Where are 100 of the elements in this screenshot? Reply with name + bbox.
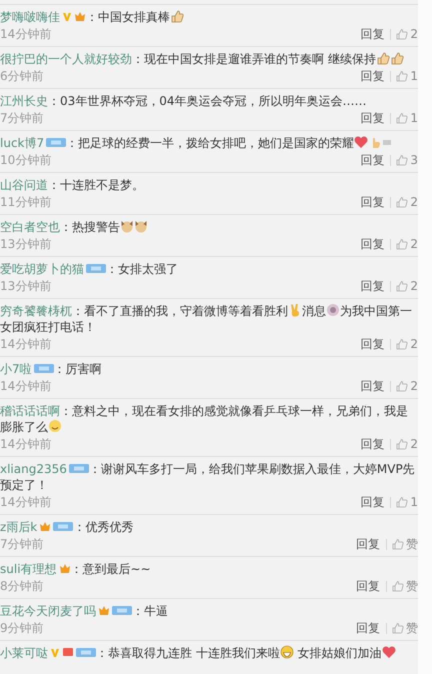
comment-text: ：意料之中，现在看女排的感觉就像看乒乓球一样，兄弟们，我是: [60, 404, 408, 418]
heart-icon: [382, 645, 396, 659]
reply-link[interactable]: 回复: [360, 494, 384, 510]
user-name[interactable]: 穷奇饕餮梼杌: [0, 304, 72, 318]
thumbs-up-icon[interactable]: [396, 438, 408, 450]
user-name[interactable]: xliang2356: [0, 462, 67, 476]
comment-text: ：现在中国女排是遛谁弄谁的节奏啊 继续保持: [132, 52, 376, 66]
like-count: 1: [410, 68, 418, 84]
user-name[interactable]: suli有理想: [0, 562, 57, 576]
thumbs-up-icon[interactable]: [396, 28, 408, 40]
comment-text: 预定了！: [0, 478, 48, 492]
verified-v-icon: [62, 12, 72, 22]
user-name[interactable]: 豆花今天闭麦了吗: [0, 604, 96, 618]
comment-text: ：厉害啊: [54, 362, 102, 376]
reply-link[interactable]: 回复: [360, 152, 384, 168]
time-ago: 14分钟前: [0, 494, 52, 510]
smiley-icon: [48, 419, 62, 433]
reply-link[interactable]: 回复: [356, 536, 380, 552]
user-name[interactable]: 江州长史: [0, 94, 48, 108]
thumbs-up-icon[interactable]: [396, 70, 408, 82]
time-ago: 14分钟前: [0, 436, 52, 452]
comment-text: ：女排太强了: [106, 262, 178, 276]
comment-text: 膨胀了么: [0, 420, 48, 434]
victory-hand-icon: [288, 303, 302, 317]
user-name[interactable]: 小7啦: [0, 362, 32, 376]
comment-text: ：优秀优秀: [73, 520, 134, 534]
reply-link[interactable]: 回复: [360, 378, 384, 394]
thumbs-up-icon[interactable]: [396, 496, 408, 508]
level-badge-icon: [46, 137, 66, 148]
thumbs-up-icon[interactable]: [392, 580, 404, 592]
like-count: 2: [410, 236, 418, 252]
level-badge-icon: [112, 605, 132, 616]
reply-link[interactable]: 回复: [360, 110, 384, 126]
thumbs-up-icon[interactable]: [396, 238, 408, 250]
time-ago: 13分钟前: [0, 278, 52, 294]
reply-link[interactable]: 回复: [360, 26, 384, 42]
grin-face-icon: [280, 645, 294, 659]
level-badge-icon: [76, 647, 96, 658]
comment-text: ：牛逼: [132, 604, 168, 618]
comment-text: 为我中国第一: [340, 304, 412, 318]
reply-link[interactable]: 回复: [356, 620, 380, 636]
comment-text: 消息: [302, 304, 326, 318]
comment-text: ：热搜警告: [60, 220, 120, 234]
thumbs-up-icon[interactable]: [396, 154, 408, 166]
thumbs-up-icon: [376, 51, 390, 65]
comment-text: ：十连胜不是梦。: [48, 178, 144, 192]
square-badge-icon: [62, 646, 74, 658]
comment-text: ：03年世界杯夺冠，04年奥运会夺冠，所以明年奥运会……: [48, 94, 367, 108]
time-ago: 14分钟前: [0, 26, 52, 42]
time-ago: 13分钟前: [0, 236, 52, 252]
like-count: 1: [410, 110, 418, 126]
level-badge-icon: [34, 363, 54, 374]
thumbs-up-icon[interactable]: [392, 622, 404, 634]
comment-text: ：看不了直播的我，守着微博等着看胜利: [72, 304, 288, 318]
time-ago: 6分钟前: [0, 68, 45, 84]
comment-text: ：意到最后~~: [70, 562, 151, 576]
user-name[interactable]: 空白者空也: [0, 220, 60, 234]
comment-text: 女排姑娘们加油: [296, 646, 382, 660]
user-name[interactable]: 爱吃胡萝卜的猫: [0, 262, 84, 276]
thumbs-up-icon[interactable]: [392, 538, 404, 550]
reply-link[interactable]: 回复: [360, 336, 384, 352]
comment-text: ：把足球的经费一半，拨给女排吧，她们是国家的荣耀: [66, 136, 354, 150]
time-ago: 14分钟前: [0, 378, 52, 394]
like-count: 2: [410, 278, 418, 294]
reply-link[interactable]: 回复: [360, 194, 384, 210]
user-name[interactable]: 梦嗨啵嗨佳: [0, 10, 60, 24]
time-ago: 8分钟前: [0, 578, 45, 594]
reply-link[interactable]: 回复: [360, 278, 384, 294]
thumbs-up-icon[interactable]: [396, 380, 408, 392]
thumbs-up-icon: [390, 51, 404, 65]
comment-text: ：中国女排真棒: [86, 10, 170, 24]
reply-link[interactable]: 回复: [360, 68, 384, 84]
time-ago: 10分钟前: [0, 152, 52, 168]
user-name[interactable]: 小莱可哒: [0, 646, 48, 660]
user-name[interactable]: 稽话话话啊: [0, 404, 60, 418]
verified-v-icon: [50, 648, 60, 658]
thumbs-up-icon[interactable]: [396, 112, 408, 124]
reply-link[interactable]: 回复: [360, 236, 384, 252]
level-badge-icon: [86, 263, 106, 274]
level-badge-icon: [68, 463, 89, 474]
crown-icon: [39, 520, 52, 532]
user-name[interactable]: z雨后k: [0, 520, 38, 534]
thumbs-up-icon[interactable]: [396, 280, 408, 292]
comment-text: ：恭喜取得九连胜 十连胜我们来啦: [96, 646, 280, 660]
like-count: 赞: [406, 578, 418, 594]
reply-link[interactable]: 回复: [356, 578, 380, 594]
time-ago: 11分钟前: [0, 194, 52, 210]
like-count: 2: [410, 194, 418, 210]
crown-icon: [98, 604, 110, 616]
like-count: 2: [410, 378, 418, 394]
like-count: 赞: [406, 536, 418, 552]
like-count: 3: [410, 152, 418, 168]
user-name[interactable]: luck博7: [0, 136, 44, 150]
user-name[interactable]: 山谷问道: [0, 178, 48, 192]
like-count: 2: [410, 26, 418, 42]
like-count: 2: [410, 436, 418, 452]
thumbs-up-icon[interactable]: [396, 196, 408, 208]
user-name[interactable]: 很拧巴的一个人就好较劲: [0, 52, 132, 66]
reply-link[interactable]: 回复: [360, 436, 384, 452]
thumbs-up-icon[interactable]: [396, 338, 408, 350]
